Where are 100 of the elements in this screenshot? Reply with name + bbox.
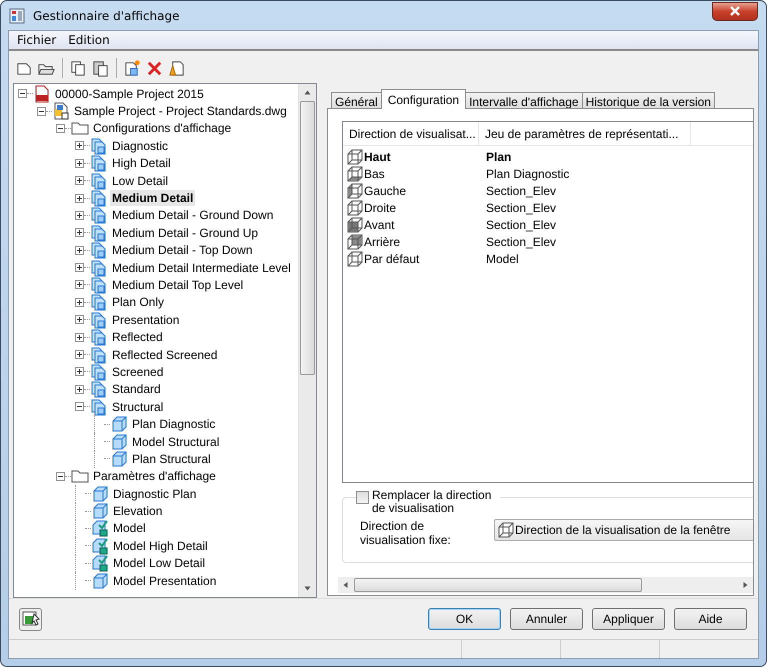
stacked-cubes-icon [90,362,108,381]
expand-toggle[interactable] [75,158,84,168]
stacked-cubes-icon [90,136,108,155]
tree-item[interactable]: Plan Diagnostic [130,416,218,432]
tree-item[interactable]: Configurations d'affichage [91,120,234,136]
tree-item[interactable]: Medium Detail - Ground Down [110,207,276,224]
cube-icon [110,450,128,468]
close-button[interactable] [712,2,758,20]
expand-toggle[interactable] [75,298,84,307]
tree-item[interactable]: Medium Detail Top Level [110,276,246,293]
tab[interactable]: Général [331,92,382,109]
stacked-cubes-icon [90,189,108,208]
expand-toggle[interactable] [75,332,84,342]
list-cell-text: Model [485,252,520,266]
tree-item[interactable]: Diagnostic [110,138,170,154]
expand-toggle[interactable] [75,141,84,150]
list-cell: Haut [364,150,391,164]
tree-item[interactable]: Model High Detail [111,538,210,554]
expand-toggle[interactable] [37,106,46,116]
dialog-button[interactable]: OK [428,608,501,630]
tree-item[interactable]: Model [111,520,148,536]
tree-item[interactable]: High Detail [110,155,173,172]
purge-icon[interactable] [167,58,186,78]
list-cell-text: Section_Elev [485,200,558,214]
vertical-scrollbar[interactable] [298,84,316,597]
window-icon-button[interactable] [19,608,42,630]
horizontal-scrollbar[interactable] [338,577,753,593]
tree-item[interactable]: Medium Detail [110,190,196,206]
tree-item[interactable]: Standard [110,381,163,398]
tree-item[interactable]: Medium Detail Intermediate Level [110,260,293,276]
stacked-cubes-icon [90,380,108,398]
tree-item[interactable]: Medium Detail - Ground Up [110,224,260,241]
dialog-button[interactable]: Aide [674,608,747,630]
cube-icon [91,572,109,590]
expand-toggle[interactable] [75,176,84,186]
expand-toggle[interactable] [75,315,84,324]
field-label: Direction de visualisation fixe: [360,519,452,547]
cube-icon [91,484,109,503]
tree-item[interactable]: Sample Project - Project Standards.dwg [72,103,289,120]
cube-icon [110,415,128,434]
tree-item[interactable]: Presentation [110,312,182,328]
expand-toggle[interactable] [75,228,84,238]
menu-item[interactable]: Edition [62,33,116,47]
paste-icon[interactable] [91,58,110,78]
list-cell-text: Plan [485,150,512,164]
expand-toggle[interactable] [75,246,84,255]
expand-toggle[interactable] [75,367,84,376]
expand-toggle[interactable] [56,124,65,133]
list-cell-text: Section_Elev [485,218,558,232]
tree-item[interactable]: 00000-Sample Project 2015 [53,86,206,102]
checkbox[interactable] [356,491,369,504]
list-cell-text: Plan Diagnostic [485,166,570,180]
tree-item[interactable]: Screened [110,364,166,380]
window-title: Gestionnaire d'affichage [33,8,181,22]
stacked-cubes-icon [90,258,108,277]
tab[interactable]: Historique de la version [582,92,715,109]
dialog-button[interactable]: Annuler [510,608,583,630]
tree-item[interactable]: Diagnostic Plan [111,486,198,502]
view-cube-icon [347,216,363,232]
view-cube-icon [347,166,363,182]
dialog-button[interactable]: Appliquer [592,608,665,630]
column-header[interactable]: Jeu de paramètres de représentati... [479,122,691,145]
tab[interactable]: Configuration [380,89,466,109]
expand-toggle[interactable] [75,384,84,394]
menu-item[interactable]: Fichier [11,33,62,47]
tree-item[interactable]: Plan Structural [130,450,213,467]
stacked-cubes-icon [90,241,108,260]
expand-toggle[interactable] [75,402,84,412]
tree-item[interactable]: Low Detail [110,172,170,189]
stacked-cubes-icon [90,346,108,364]
column-header[interactable]: Direction de visualisat... [343,122,479,145]
tree-item[interactable]: Reflected [110,329,165,346]
stacked-cubes-icon [90,224,108,242]
expand-toggle[interactable] [75,194,84,203]
tree-item[interactable]: Model Low Detail [111,555,208,572]
stacked-cubes-icon [90,276,108,294]
tree-item[interactable]: Model Presentation [111,572,218,589]
tree-item[interactable]: Plan Only [110,294,166,310]
tree-item[interactable]: Elevation [111,503,164,520]
expand-toggle[interactable] [75,350,84,360]
cube-icon [110,432,128,451]
expand-toggle[interactable] [18,89,27,98]
expand-toggle[interactable] [56,472,65,481]
tree-item[interactable]: Structural [110,398,166,415]
view-direction-dropdown[interactable]: Direction de la visualisation de la fenêtre [494,519,753,541]
tab[interactable]: Intervalle d'affichage [465,92,583,109]
tree-item[interactable]: Reflected Screened [110,346,220,363]
expand-toggle[interactable] [75,210,84,220]
stacked-cubes-icon [90,172,108,190]
expand-toggle[interactable] [75,280,84,290]
new-configuration-icon[interactable] [123,58,142,78]
app-icon [9,8,25,24]
tree-item[interactable]: Paramètres d'affichage [91,468,218,484]
list-cell-text: Section_Elev [485,234,558,248]
stacked-cubes-icon [90,154,108,172]
view-cube-icon [347,234,363,250]
stacked-cubes-icon [90,398,108,416]
tree-item[interactable]: Model Structural [130,434,222,450]
tree-item[interactable]: Medium Detail - Top Down [110,242,255,258]
expand-toggle[interactable] [75,263,84,272]
